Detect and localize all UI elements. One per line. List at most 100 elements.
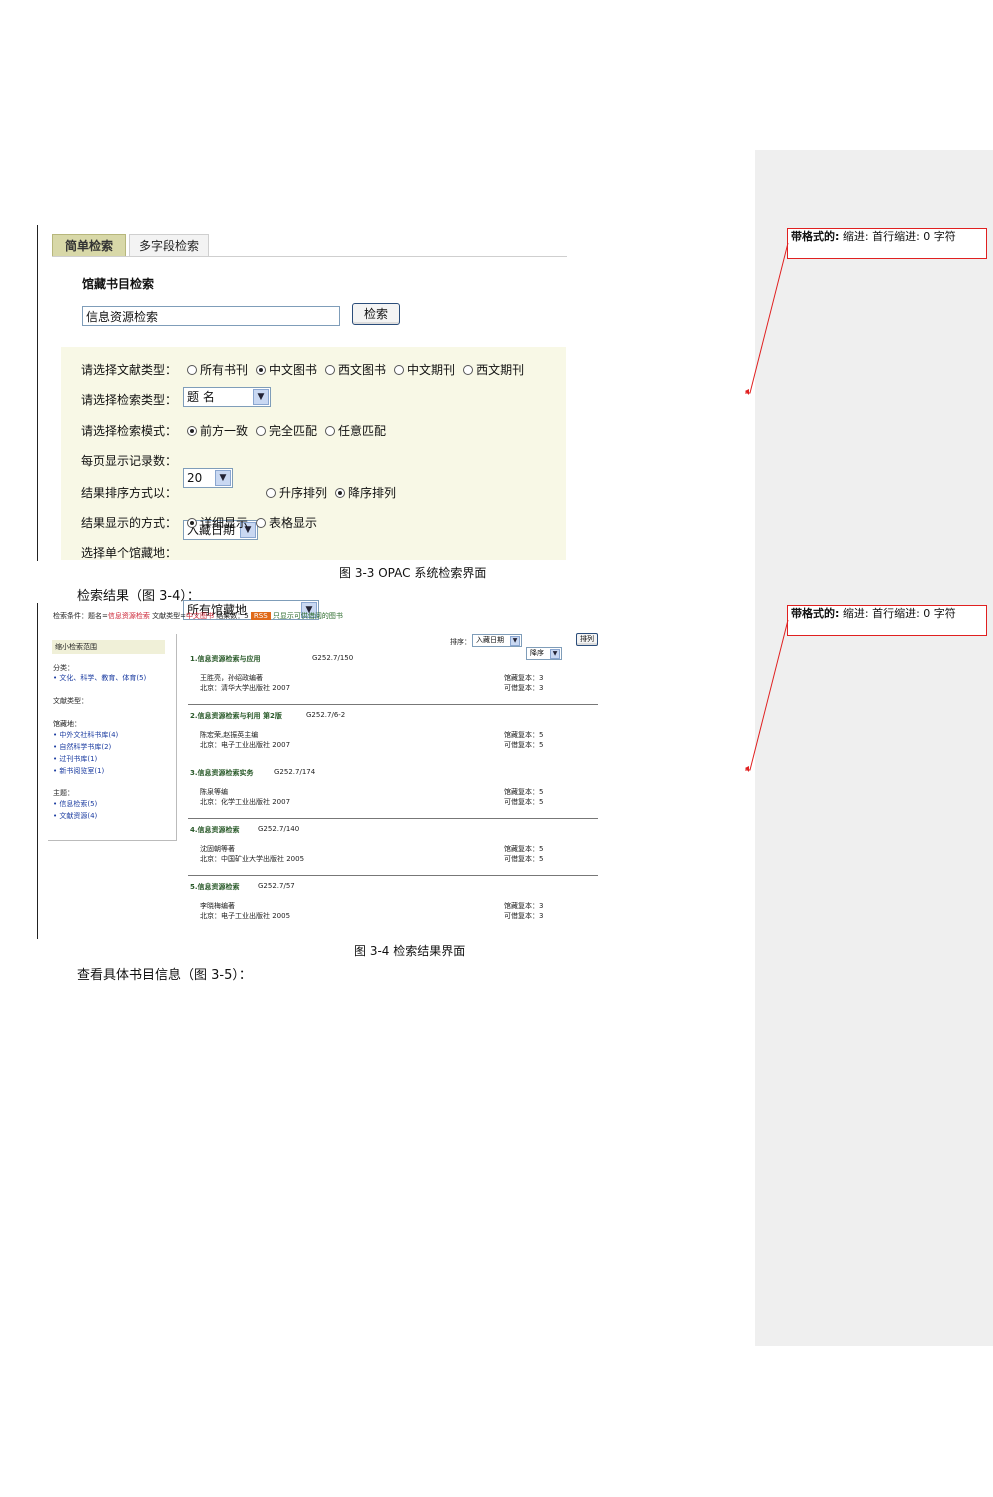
facet-item[interactable]: • 过刊书库(1)	[53, 755, 97, 764]
call-number: G252.7/57	[258, 882, 295, 890]
facet-item[interactable]: • 新书阅览室(1)	[53, 767, 104, 776]
result-publisher: 北京：电子工业出版社 2005	[200, 912, 291, 920]
facet-title: 主题：	[53, 789, 74, 797]
available-copies: 可借复本：3	[504, 912, 544, 920]
call-number: G252.7/6-2	[306, 711, 346, 719]
held-copies: 馆藏复本：3	[504, 902, 544, 910]
doc-type-label: 请选择文献类型：	[81, 363, 178, 377]
display-mode-label: 结果显示的方式：	[81, 516, 178, 530]
chevron-down-icon: ▼	[253, 389, 269, 405]
comment-balloon-2[interactable]: 带格式的: 缩进: 首行缩进: 0 字符	[787, 605, 987, 636]
held-copies: 馆藏复本：5	[504, 845, 544, 853]
refine-sidebar: 缩小检索范围 分类： • 文化、科学、教育、体育(5) 文献类型： 馆藏地： •…	[48, 634, 177, 841]
result-title-link[interactable]: 2.信息资源检索与利用 第2版	[190, 711, 282, 721]
results-summary-line: 检索条件：题名=信息资源检索 文献类型=中文图书 结果数：5 RSS 只显示可供…	[53, 612, 343, 620]
facet-item[interactable]: • 信息检索(5)	[53, 800, 97, 809]
facet-title: 分类：	[53, 664, 74, 672]
radio-chinese-journals[interactable]: 中文期刊	[394, 361, 455, 378]
available-copies: 可借复本：5	[504, 855, 544, 863]
paragraph: 查看具体书目信息（图 3-5）：	[77, 968, 252, 983]
available-copies: 可借复本：5	[504, 741, 544, 749]
result-divider	[188, 704, 598, 705]
facet-title: 馆藏地：	[53, 720, 81, 728]
chevron-down-icon: ▼	[550, 649, 560, 659]
radio-descending[interactable]: 降序排列	[335, 484, 396, 501]
result-author: 陈宏荣,赵振英主编	[200, 731, 259, 739]
sort-order-radio-group: 升序排列 降序排列	[266, 484, 404, 501]
figure-caption: 图 3-4 检索结果界面	[354, 944, 466, 958]
sort-order-select[interactable]: 降序 ▼	[526, 647, 562, 660]
change-bar	[37, 225, 38, 561]
held-copies: 馆藏复本：5	[504, 788, 544, 796]
search-mode-radio-group: 前方一致 完全匹配 任意匹配	[187, 422, 394, 439]
result-author: 沈固朝等著	[200, 845, 235, 853]
radio-chinese-books[interactable]: 中文图书	[256, 361, 317, 378]
radio-prefix-match[interactable]: 前方一致	[187, 422, 248, 439]
radio-any-match[interactable]: 任意匹配	[325, 422, 386, 439]
comment-balloon-1[interactable]: 带格式的: 缩进: 首行缩进: 0 字符	[787, 228, 987, 259]
tab-multi-field-search[interactable]: 多字段检索	[129, 234, 209, 256]
sort-label: 排序：	[450, 638, 471, 646]
result-title-link[interactable]: 4.信息资源检索	[190, 825, 240, 835]
held-copies: 馆藏复本：3	[504, 674, 544, 682]
display-mode-radio-group: 详细显示 表格显示	[187, 514, 325, 531]
refine-sidebar-header: 缩小检索范围	[52, 640, 165, 654]
page-size-label: 每页显示记录数：	[81, 454, 178, 468]
available-copies: 可借复本：3	[504, 684, 544, 692]
result-author: 李晓梅编著	[200, 902, 235, 910]
held-copies: 馆藏复本：5	[504, 731, 544, 739]
search-mode-label: 请选择检索模式：	[81, 424, 178, 438]
sort-field-select[interactable]: 入藏日期 ▼	[472, 634, 522, 647]
facet-item[interactable]: • 文化、科学、教育、体育(5)	[53, 674, 146, 683]
radio-western-books[interactable]: 西文图书	[325, 361, 386, 378]
radio-table[interactable]: 表格显示	[256, 514, 317, 531]
radio-western-journals[interactable]: 西文期刊	[463, 361, 524, 378]
radio-ascending[interactable]: 升序排列	[266, 484, 327, 501]
result-divider	[188, 875, 598, 876]
tab-simple-search[interactable]: 简单检索	[52, 234, 126, 256]
doc-type-radio-group: 所有书刊 中文图书 西文图书 中文期刊 西文期刊	[187, 361, 532, 378]
facet-item[interactable]: • 自然科学书库(2)	[53, 743, 111, 752]
result-publisher: 北京：清华大学出版社 2007	[200, 684, 291, 692]
facet-item[interactable]: • 文献资源(4)	[53, 812, 97, 821]
search-options-panel: 请选择文献类型： 所有书刊 中文图书 西文图书 中文期刊 西文期刊 请选择检索类…	[61, 347, 566, 620]
results-figure: 检索条件：题名=信息资源检索 文献类型=中文图书 结果数：5 RSS 只显示可供…	[48, 608, 600, 938]
available-copies: 可借复本：5	[504, 798, 544, 806]
sort-label: 结果排序方式以：	[81, 486, 178, 500]
result-publisher: 北京：化学工业出版社 2007	[200, 798, 291, 806]
result-publisher: 北京：电子工业出版社 2007	[200, 741, 291, 749]
result-publisher: 北京：中国矿业大学出版社 2005	[200, 855, 305, 863]
result-title-link[interactable]: 1.信息资源检索与应用	[190, 654, 261, 664]
facet-item[interactable]: • 中外文社科书库(4)	[53, 731, 118, 740]
search-button[interactable]: 检索	[352, 303, 400, 325]
change-bar	[37, 603, 38, 939]
sort-button[interactable]: 排列	[576, 633, 598, 646]
tab-divider	[52, 256, 567, 257]
call-number: G252.7/150	[312, 654, 354, 662]
search-type-label: 请选择检索类型：	[81, 393, 178, 407]
paragraph: 检索结果（图 3-4）：	[77, 589, 200, 604]
result-author: 王胜亮，孙绍政编著	[200, 674, 263, 682]
radio-all[interactable]: 所有书刊	[187, 361, 248, 378]
comment-text: 缩进: 首行缩进: 0 字符	[842, 607, 956, 620]
search-type-select[interactable]: 题 名 ▼	[183, 387, 271, 407]
rss-badge[interactable]: RSS	[250, 612, 271, 620]
comment-connector-lines	[745, 242, 789, 772]
search-input[interactable]: 信息资源检索	[82, 306, 340, 326]
facet-title: 文献类型：	[53, 697, 88, 705]
figure-caption: 图 3-3 OPAC 系统检索界面	[339, 566, 487, 580]
radio-detailed[interactable]: 详细显示	[187, 514, 248, 531]
result-author: 陈泉等编	[200, 788, 228, 796]
chevron-down-icon: ▼	[215, 470, 231, 486]
result-title-link[interactable]: 5.信息资源检索	[190, 882, 240, 892]
section-title: 馆藏书目检索	[82, 277, 155, 291]
result-title-link[interactable]: 3.信息资源检索实务	[190, 768, 254, 778]
page-size-select[interactable]: 20 ▼	[183, 468, 233, 488]
call-number: G252.7/140	[258, 825, 300, 833]
result-divider	[188, 818, 598, 819]
comment-text: 缩进: 首行缩进: 0 字符	[842, 230, 956, 243]
radio-exact-match[interactable]: 完全匹配	[256, 422, 317, 439]
available-only-link[interactable]: 只显示可供借阅的图书	[273, 612, 343, 620]
location-label: 选择单个馆藏地：	[81, 546, 178, 560]
call-number: G252.7/174	[274, 768, 316, 776]
